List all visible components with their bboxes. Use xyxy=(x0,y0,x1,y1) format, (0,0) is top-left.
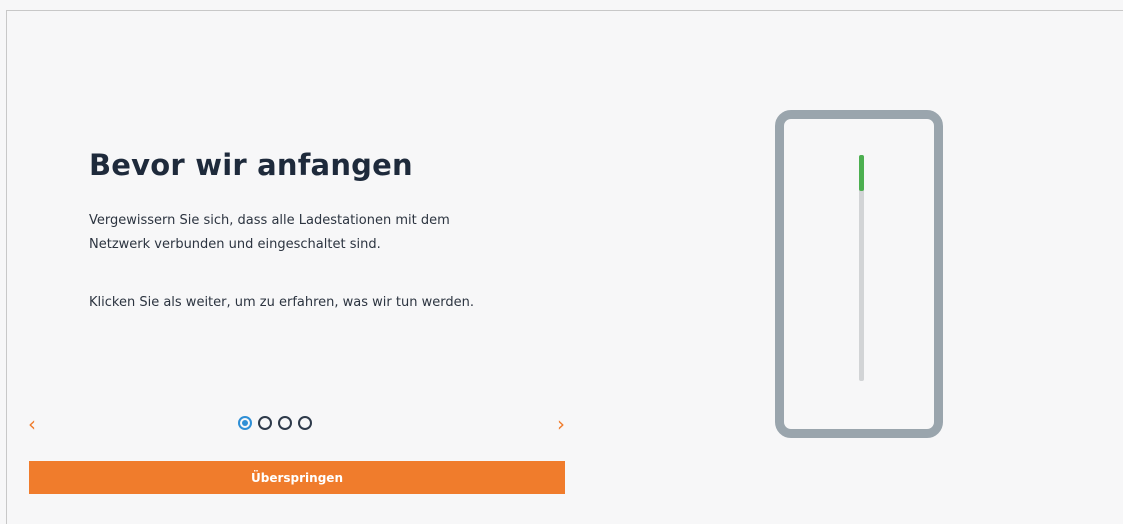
page-dot-2[interactable] xyxy=(258,416,272,430)
page-dot-1[interactable] xyxy=(238,416,252,430)
progress-fill xyxy=(859,155,864,192)
page-dot-4[interactable] xyxy=(298,416,312,430)
intro-paragraph: Vergewissern Sie sich, dass alle Ladesta… xyxy=(89,213,450,252)
skip-button[interactable]: Überspringen xyxy=(29,461,565,494)
app-frame xyxy=(6,10,1123,524)
pagination-dots xyxy=(238,416,312,430)
page-title: Bevor wir anfangen xyxy=(89,148,413,182)
phone-illustration xyxy=(775,110,943,438)
continue-hint: Klicken Sie als weiter, um zu erfahren, … xyxy=(89,295,474,310)
page-dot-3[interactable] xyxy=(278,416,292,430)
chevron-left-icon[interactable]: ‹ xyxy=(20,410,44,438)
chevron-right-icon[interactable]: › xyxy=(549,410,573,438)
progress-track xyxy=(859,155,864,381)
